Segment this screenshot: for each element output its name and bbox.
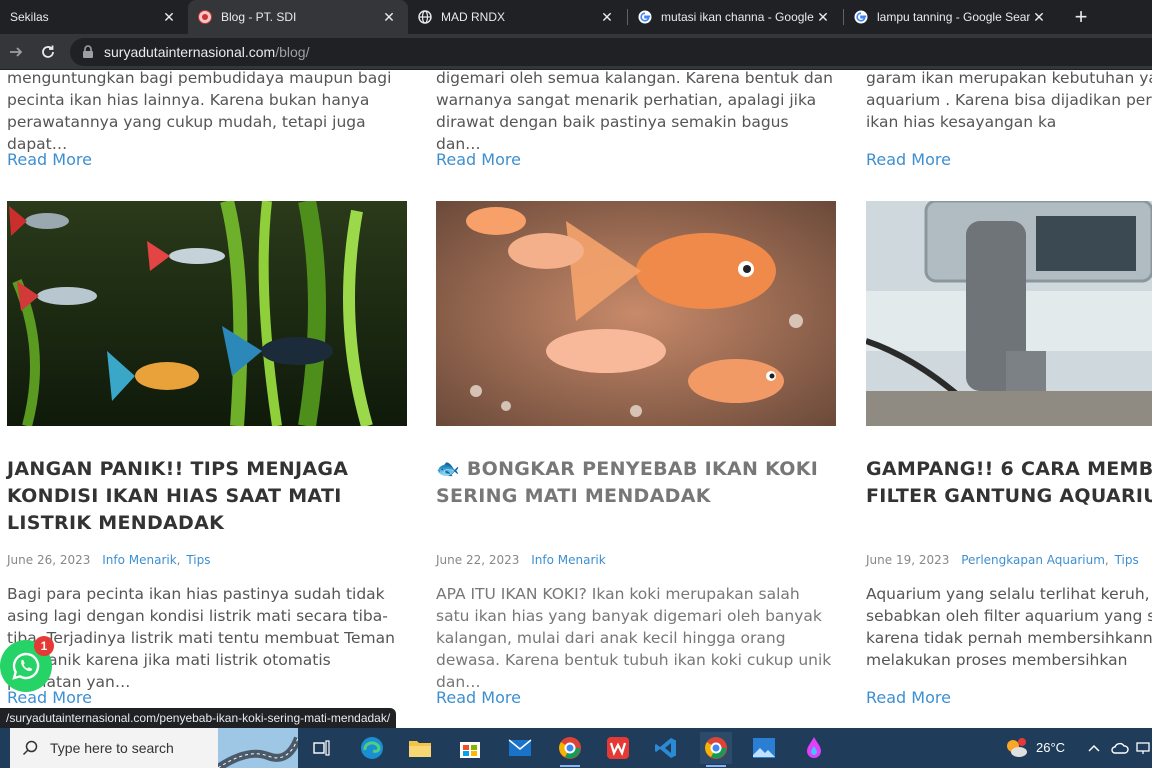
address-bar[interactable]: suryadutainternasional.com/blog/ — [70, 38, 1152, 66]
wps-icon[interactable] — [602, 732, 634, 764]
read-more-link[interactable]: Read More — [436, 150, 521, 169]
search-icon — [22, 740, 38, 756]
url-host: suryadutainternasional.com — [104, 44, 276, 60]
weather-icon[interactable] — [1000, 732, 1032, 764]
google-icon — [854, 10, 868, 24]
task-view-icon[interactable] — [306, 732, 338, 764]
blog-page: menguntungkan bagi pembudidaya maupun ba… — [0, 70, 1152, 728]
reload-button[interactable] — [36, 40, 60, 64]
post-meta: June 22, 2023 Info Menarik — [436, 553, 606, 567]
browser-toolbar: suryadutainternasional.com/blog/ — [0, 34, 1152, 70]
tab-title: lampu tanning - Google Search — [877, 10, 1030, 24]
edge-icon[interactable] — [356, 732, 388, 764]
onedrive-icon[interactable] — [1108, 732, 1132, 764]
previous-post-excerpt: digemari oleh semua kalangan. Karena ben… — [436, 70, 833, 153]
post-excerpt: Aquarium yang selalu terlihat keruh, bis… — [866, 585, 1152, 669]
post-thumbnail-filter[interactable] — [866, 201, 1152, 426]
close-icon[interactable]: ✕ — [1030, 9, 1048, 26]
post-excerpt: APA ITU IKAN KOKI? Ikan koki merupakan s… — [436, 585, 832, 691]
reload-icon — [42, 45, 54, 58]
taskbar-search-box[interactable]: Type here to search — [10, 728, 298, 768]
previous-post-excerpt: garam ikan merupakan kebutuhan yang ada … — [866, 70, 1152, 131]
post-date: June 19, 2023 — [866, 553, 950, 567]
paint-icon[interactable] — [798, 732, 830, 764]
chrome-icon[interactable] — [554, 732, 586, 767]
tab-sekilas[interactable]: Sekilas ✕ — [0, 0, 188, 34]
tab-mad-rndx[interactable]: MAD RNDX ✕ — [408, 0, 626, 34]
close-icon[interactable]: ✕ — [598, 9, 616, 26]
category-link[interactable]: Tips — [1115, 553, 1139, 567]
chevron-up-icon[interactable] — [1082, 732, 1106, 764]
temperature-text: 26°C — [1036, 740, 1066, 755]
chrome-profile-icon[interactable] — [700, 732, 732, 767]
globe-icon — [418, 10, 432, 24]
whatsapp-icon — [12, 652, 40, 680]
photos-icon[interactable] — [748, 732, 780, 764]
post-thumbnail-goldfish[interactable] — [436, 201, 836, 426]
windows-taskbar: Type here to search 26°C — [0, 728, 1152, 768]
lock-icon[interactable] — [82, 45, 94, 59]
display-icon[interactable] — [1134, 732, 1152, 764]
tab-mutasi-channa[interactable]: mutasi ikan channa - Google Se ✕ — [628, 0, 842, 34]
post-meta: June 26, 2023 Info Menarik, Tips — [7, 553, 211, 567]
search-highlight-road-icon — [218, 728, 298, 768]
google-icon — [638, 10, 652, 24]
read-more-link[interactable]: Read More — [436, 688, 521, 707]
guppy-aquarium-image — [7, 201, 407, 426]
tab-title: mutasi ikan channa - Google Se — [661, 10, 814, 24]
post-excerpt: Bagi para pecinta ikan hias pastinya sud… — [7, 585, 395, 691]
tab-strip: Sekilas ✕ Blog - PT. SDI ✕ MAD RNDX ✕ mu… — [0, 0, 1152, 34]
store-icon[interactable] — [454, 732, 486, 764]
close-icon[interactable]: ✕ — [160, 9, 178, 26]
tab-title: MAD RNDX — [441, 10, 506, 24]
arrow-right-icon — [10, 47, 23, 57]
close-icon[interactable]: ✕ — [814, 9, 832, 26]
previous-post-excerpt: menguntungkan bagi pembudidaya maupun ba… — [7, 70, 392, 153]
notification-badge: 1 — [34, 636, 54, 656]
url-text: suryadutainternasional.com/blog/ — [104, 44, 309, 60]
post-thumbnail-guppy[interactable] — [7, 201, 407, 426]
category-link[interactable]: Tips — [186, 553, 210, 567]
category-link[interactable]: Info Menarik — [531, 553, 605, 567]
post-title[interactable]: JANGAN PANIK!! TIPS MENJAGA KONDISI IKAN… — [7, 456, 407, 537]
post-date: June 26, 2023 — [7, 553, 91, 567]
close-icon[interactable]: ✕ — [380, 9, 398, 26]
tab-title: Blog - PT. SDI — [221, 10, 297, 24]
forward-button[interactable] — [4, 40, 28, 64]
read-more-link[interactable]: Read More — [866, 688, 951, 707]
post-title[interactable]: GAMPANG!! 6 CARA MEMBERSIHKAN FILTER GAN… — [866, 456, 1152, 510]
search-placeholder: Type here to search — [50, 740, 174, 756]
status-bar-url: /suryadutainternasional.com/penyebab-ika… — [0, 708, 397, 728]
sdi-favicon-icon — [198, 10, 212, 24]
post-meta: June 19, 2023 Perlengkapan Aquarium, Tip… — [866, 553, 1139, 567]
read-more-link[interactable]: Read More — [7, 150, 92, 169]
url-path: /blog/ — [275, 44, 310, 60]
vscode-icon[interactable] — [650, 732, 682, 764]
tab-title: Sekilas — [10, 10, 49, 24]
file-explorer-icon[interactable] — [404, 732, 436, 764]
category-link[interactable]: Perlengkapan Aquarium — [961, 553, 1105, 567]
read-more-link[interactable]: Read More — [866, 150, 951, 169]
post-date: June 22, 2023 — [436, 553, 520, 567]
category-link[interactable]: Info Menarik — [102, 553, 176, 567]
new-tab-button[interactable]: + — [1068, 4, 1094, 30]
tab-blog-sdi[interactable]: Blog - PT. SDI ✕ — [188, 0, 408, 34]
post-title[interactable]: 🐟 BONGKAR PENYEBAB IKAN KOKI SERING MATI… — [436, 456, 836, 510]
mail-icon[interactable] — [504, 732, 536, 764]
tab-lampu-tanning[interactable]: lampu tanning - Google Search ✕ — [844, 0, 1058, 34]
goldfish-image — [436, 201, 836, 426]
aquarium-filter-image — [866, 201, 1152, 426]
